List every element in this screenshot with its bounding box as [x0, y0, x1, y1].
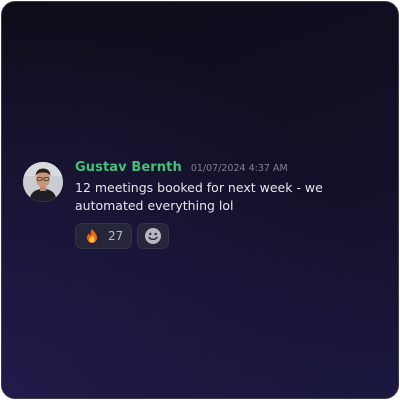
author-name[interactable]: Gustav Bernth — [75, 160, 182, 175]
message-header: Gustav Bernth 01/07/2024 4:37 AM — [75, 160, 385, 178]
avatar-photo — [23, 162, 63, 202]
fire-emoji-icon — [87, 229, 97, 243]
reactions-bar: 27 — [75, 223, 385, 249]
chat-card: Gustav Bernth 01/07/2024 4:37 AM 12 meet… — [1, 1, 399, 399]
smiley-face-icon — [145, 228, 162, 244]
message-text: 12 meetings booked for next week - we au… — [75, 180, 323, 213]
avatar[interactable] — [23, 162, 63, 202]
message-content: Gustav Bernth 01/07/2024 4:37 AM 12 meet… — [75, 160, 385, 249]
reaction-fire-button[interactable]: 27 — [75, 223, 133, 249]
message-timestamp: 01/07/2024 4:37 AM — [190, 163, 288, 174]
reaction-fire-count: 27 — [108, 229, 124, 243]
add-reaction-button[interactable] — [137, 223, 170, 249]
